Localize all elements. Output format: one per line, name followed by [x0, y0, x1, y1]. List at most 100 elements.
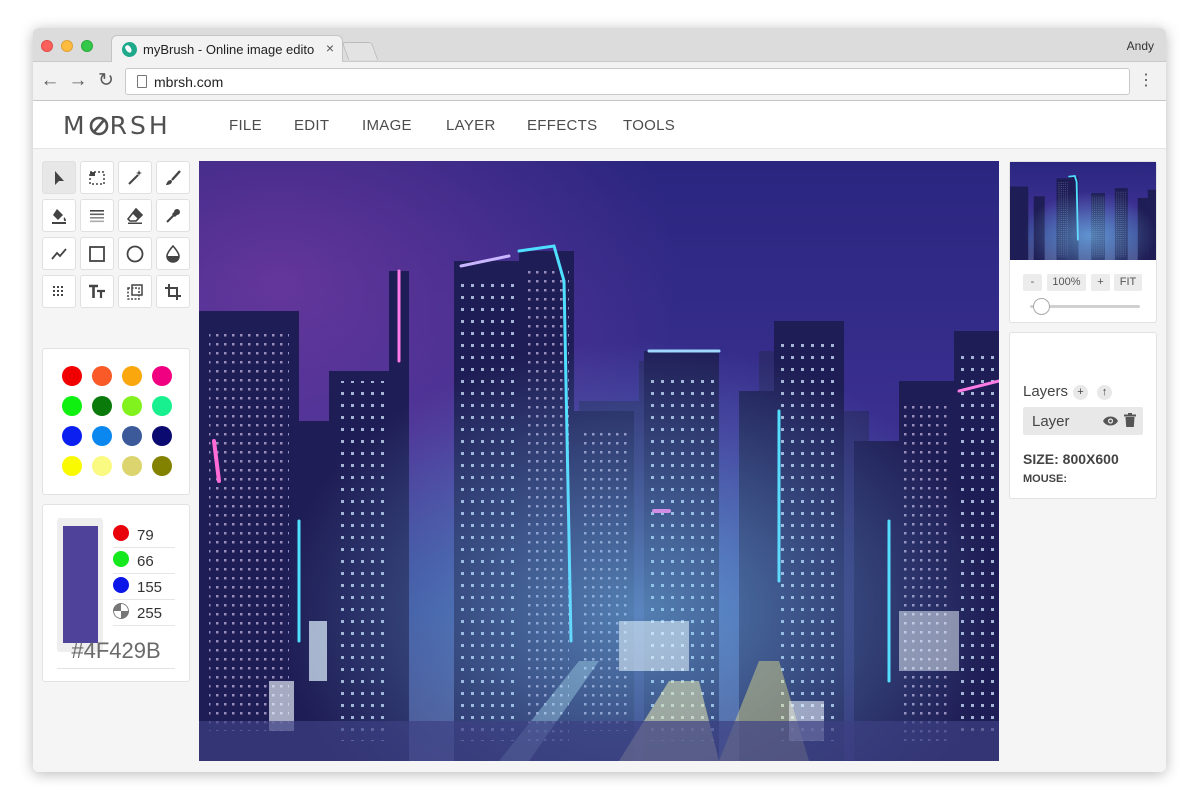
editor-app: M RSH FILE EDIT IMAGE LAYER EFFECTS TOOLS [33, 101, 1166, 772]
brush-icon [166, 170, 181, 185]
tool-blur[interactable] [156, 237, 190, 270]
color-swatch[interactable] [122, 366, 142, 386]
forward-button[interactable]: → [67, 70, 89, 92]
channel-blue[interactable]: 155 [113, 574, 175, 600]
tool-magic-wand[interactable] [118, 161, 152, 194]
color-swatch[interactable] [152, 366, 172, 386]
menu-image[interactable]: IMAGE [362, 117, 412, 134]
color-swatch[interactable] [62, 366, 82, 386]
minimize-window-button[interactable] [61, 40, 73, 52]
red-value: 79 [137, 527, 154, 544]
app-logo: M RSH [63, 111, 171, 140]
marquee-select-icon [89, 171, 105, 185]
tool-eraser[interactable] [118, 199, 152, 232]
menu-layer[interactable]: LAYER [446, 117, 496, 134]
address-bar[interactable]: mbrsh.com [125, 68, 1130, 95]
image-canvas[interactable] [199, 161, 999, 761]
tool-paint-bucket[interactable] [42, 199, 76, 232]
color-swatch[interactable] [152, 426, 172, 446]
favicon-icon [122, 42, 137, 57]
color-swatch[interactable] [92, 426, 112, 446]
channel-red[interactable]: 79 [113, 522, 175, 548]
tool-gradient[interactable] [80, 199, 114, 232]
current-color-panel: 79 66 155 255 #4F429B [42, 504, 190, 682]
alpha-checker-icon [113, 603, 129, 619]
tool-marquee[interactable] [80, 161, 114, 194]
pattern-icon [53, 286, 63, 296]
color-preview[interactable] [57, 518, 103, 652]
trash-icon[interactable] [1124, 413, 1136, 427]
color-swatch[interactable] [92, 396, 112, 416]
tool-eyedropper[interactable] [156, 199, 190, 232]
tool-clone-stamp[interactable] [118, 275, 152, 308]
logo-m: M [63, 111, 88, 140]
menu-tools[interactable]: TOOLS [623, 117, 675, 134]
browser-window: myBrush - Online image editor × Andy ← →… [33, 28, 1166, 772]
channel-green[interactable]: 66 [113, 548, 175, 574]
color-swatch[interactable] [152, 456, 172, 476]
browser-tab[interactable]: myBrush - Online image editor × [111, 35, 343, 63]
app-header: M RSH FILE EDIT IMAGE LAYER EFFECTS TOOLS [33, 101, 1166, 149]
blur-drop-icon [166, 245, 180, 263]
tool-rectangle[interactable] [80, 237, 114, 270]
eraser-icon [126, 207, 144, 224]
color-swatch[interactable] [92, 456, 112, 476]
menu-edit[interactable]: EDIT [294, 117, 329, 134]
layer-row[interactable]: Layer [1023, 407, 1143, 435]
reload-button[interactable]: ↻ [95, 70, 117, 92]
profile-name[interactable]: Andy [1127, 39, 1154, 53]
move-layer-up-button[interactable]: ↑ [1097, 385, 1112, 400]
tool-line[interactable] [42, 237, 76, 270]
zoom-out-button[interactable]: - [1023, 274, 1042, 291]
red-dot-icon [113, 525, 129, 541]
tool-ellipse[interactable] [118, 237, 152, 270]
close-window-button[interactable] [41, 40, 53, 52]
browser-menu-icon[interactable]: ⋮ [1138, 71, 1154, 91]
color-swatch[interactable] [62, 426, 82, 446]
color-swatch[interactable] [122, 456, 142, 476]
magic-wand-icon [128, 170, 142, 185]
zoom-level[interactable]: 100% [1047, 274, 1086, 291]
select-arrow-icon [55, 171, 64, 185]
zoom-in-button[interactable]: + [1091, 274, 1110, 291]
text-icon [89, 284, 105, 298]
tab-close-icon[interactable]: × [326, 40, 334, 56]
color-swatch[interactable] [122, 426, 142, 446]
ellipse-icon [126, 245, 144, 263]
line-icon [51, 248, 67, 260]
tool-pattern[interactable] [42, 275, 76, 308]
thumbnail-image [1010, 162, 1156, 260]
menu-effects[interactable]: EFFECTS [527, 117, 597, 134]
fit-button[interactable]: FIT [1114, 274, 1142, 291]
back-button[interactable]: ← [39, 70, 61, 92]
blue-dot-icon [113, 577, 129, 593]
navigator-panel: - 100% + FIT [1009, 161, 1157, 323]
hex-value[interactable]: #4F429B [57, 638, 175, 669]
color-swatch[interactable] [92, 366, 112, 386]
zoom-slider-thumb[interactable] [1032, 298, 1050, 315]
maximize-window-button[interactable] [81, 40, 93, 52]
color-swatch[interactable] [122, 396, 142, 416]
tool-brush[interactable] [156, 161, 190, 194]
logo-brush-o [89, 116, 108, 136]
tool-text[interactable] [80, 275, 114, 308]
navigator-thumbnail[interactable] [1010, 162, 1156, 260]
tab-title: myBrush - Online image editor [143, 42, 315, 57]
color-swatch[interactable] [62, 396, 82, 416]
color-swatch[interactable] [152, 396, 172, 416]
tool-crop[interactable] [156, 275, 190, 308]
eye-icon[interactable] [1102, 415, 1119, 427]
clone-stamp-icon [127, 284, 143, 300]
layers-panel: Layers + ↑ Layer SIZE: 800X600 MOUSE: [1009, 332, 1157, 499]
add-layer-button[interactable]: + [1073, 385, 1088, 400]
color-preview-fill [63, 526, 98, 643]
browser-titlebar: myBrush - Online image editor × Andy [33, 28, 1166, 63]
menu-file[interactable]: FILE [229, 117, 262, 134]
color-swatch[interactable] [62, 456, 82, 476]
page-icon [137, 75, 147, 88]
channel-alpha[interactable]: 255 [113, 600, 175, 626]
eyedropper-icon [166, 209, 180, 223]
tool-select[interactable] [42, 161, 76, 194]
city-painting [199, 161, 999, 761]
new-tab-button[interactable] [341, 42, 379, 60]
